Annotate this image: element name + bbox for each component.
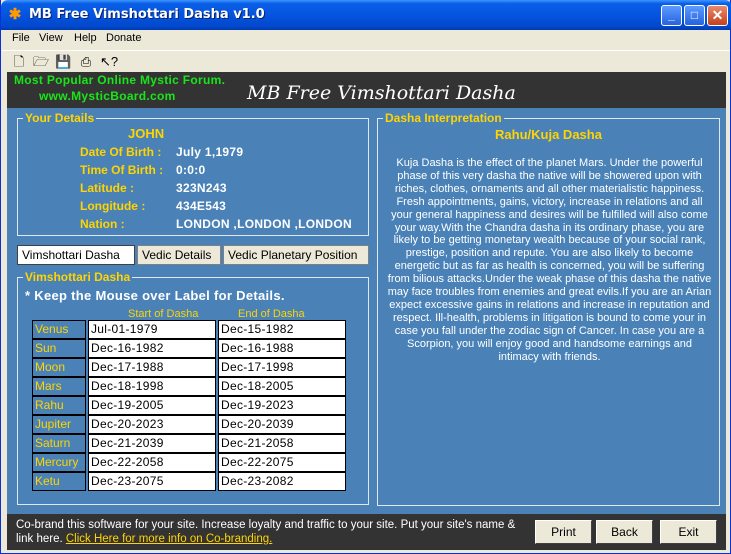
start-date-cell: Dec-23-2075 bbox=[88, 472, 216, 491]
end-date-cell: Dec-19-2023 bbox=[218, 396, 346, 415]
close-icon[interactable]: ✕ bbox=[707, 5, 728, 26]
planet-label-ketu[interactable]: Ketu bbox=[32, 472, 86, 491]
interpretation-title: Rahu/Kuja Dasha bbox=[495, 127, 602, 142]
cobrand-link[interactable]: Click Here for more info on Co-branding. bbox=[66, 533, 272, 545]
end-date-cell: Dec-23-2082 bbox=[218, 472, 346, 491]
end-date-cell: Dec-17-1998 bbox=[218, 358, 346, 377]
start-date-cell: Dec-18-1998 bbox=[88, 377, 216, 396]
back-button[interactable]: Back bbox=[596, 520, 653, 544]
planet-label-mercury[interactable]: Mercury bbox=[32, 453, 86, 472]
planet-label-sun[interactable]: Sun bbox=[32, 339, 86, 358]
planet-label-mars[interactable]: Mars bbox=[32, 377, 86, 396]
menu-view[interactable]: View bbox=[39, 32, 63, 44]
latitude-value: 323N243 bbox=[176, 181, 227, 195]
end-date-cell: Dec-22-2075 bbox=[218, 453, 346, 472]
end-date-cell: Dec-20-2039 bbox=[218, 415, 346, 434]
your-details-label: Your Details bbox=[23, 111, 97, 125]
start-date-cell: Dec-21-2039 bbox=[88, 434, 216, 453]
longitude-label: Longitude : bbox=[80, 199, 146, 213]
print-button[interactable]: Print bbox=[535, 520, 592, 544]
start-date-cell: Dec-17-1988 bbox=[88, 358, 216, 377]
end-date-cell: Dec-18-2005 bbox=[218, 377, 346, 396]
vimshottari-dasha-label: Vimshottari Dasha bbox=[23, 270, 133, 284]
longitude-value: 434E543 bbox=[176, 199, 227, 213]
start-column-header: Start of Dasha bbox=[128, 308, 199, 320]
cobrand-message: Co-brand this software for your site. In… bbox=[16, 518, 516, 546]
tab-vimshottari-dasha[interactable]: Vimshottari Dasha bbox=[17, 245, 135, 265]
forum-url[interactable]: www.MysticBoard.com bbox=[39, 89, 176, 103]
start-date-cell: Dec-19-2005 bbox=[88, 396, 216, 415]
window-title: MB Free Vimshottari Dasha v1.0 bbox=[29, 7, 265, 22]
your-details-group: Your Details JOHN Date Of Birth : July 1… bbox=[17, 111, 369, 236]
brand-header: Most Popular Online Mystic Forum. www.My… bbox=[7, 72, 726, 108]
toolbar: 🗋 🗁 💾 ⎙ ↖? bbox=[2, 50, 730, 72]
start-date-cell: Dec-16-1982 bbox=[88, 339, 216, 358]
print-icon[interactable]: ⎙ bbox=[78, 54, 94, 70]
start-date-cell: Dec-22-2058 bbox=[88, 453, 216, 472]
title-bar[interactable]: ✱ MB Free Vimshottari Dasha v1.0 _ □ ✕ bbox=[1, 0, 731, 30]
planet-label-jupiter[interactable]: Jupiter bbox=[32, 415, 86, 434]
end-date-cell: Dec-16-1988 bbox=[218, 339, 346, 358]
tab-vedic-details[interactable]: Vedic Details bbox=[137, 245, 221, 265]
menu-donate[interactable]: Donate bbox=[106, 32, 141, 44]
menu-help[interactable]: Help bbox=[74, 32, 97, 44]
end-date-cell: Dec-21-2058 bbox=[218, 434, 346, 453]
start-date-cell: Jul-01-1979 bbox=[88, 320, 216, 339]
nation-label: Nation : bbox=[80, 217, 125, 231]
end-column-header: End of Dasha bbox=[238, 308, 305, 320]
latitude-label: Latitude : bbox=[80, 181, 134, 195]
tob-value: 0:0:0 bbox=[176, 163, 206, 177]
menu-bar: File View Help Donate bbox=[2, 30, 730, 49]
nation-value: LONDON ,LONDON ,LONDON bbox=[176, 217, 352, 231]
help-pointer-icon[interactable]: ↖? bbox=[100, 54, 118, 70]
planet-label-rahu[interactable]: Rahu bbox=[32, 396, 86, 415]
dasha-interpretation-group: Dasha Interpretation Rahu/Kuja Dasha Kuj… bbox=[377, 111, 720, 506]
dob-value: July 1,1979 bbox=[176, 145, 244, 159]
app-banner-title: MB Free Vimshottari Dasha bbox=[247, 82, 516, 104]
tob-label: Time Of Birth : bbox=[80, 163, 164, 177]
vimshottari-dasha-group: Vimshottari Dasha * Keep the Mouse over … bbox=[17, 270, 369, 505]
exit-button[interactable]: Exit bbox=[660, 520, 717, 544]
menu-file[interactable]: File bbox=[12, 32, 30, 44]
forum-tagline: Most Popular Online Mystic Forum. bbox=[14, 73, 226, 87]
end-date-cell: Dec-15-1982 bbox=[218, 320, 346, 339]
tab-vedic-planetary-position[interactable]: Vedic Planetary Position bbox=[223, 245, 369, 265]
maximize-icon[interactable]: □ bbox=[684, 5, 705, 26]
open-icon[interactable]: 🗁 bbox=[33, 54, 49, 70]
start-date-cell: Dec-20-2023 bbox=[88, 415, 216, 434]
save-icon[interactable]: 💾 bbox=[55, 54, 71, 70]
interpretation-text: Kuja Dasha is the effect of the planet M… bbox=[387, 157, 712, 363]
minimize-icon[interactable]: _ bbox=[661, 5, 682, 26]
person-name: JOHN bbox=[128, 126, 165, 141]
planet-label-venus[interactable]: Venus bbox=[32, 320, 86, 339]
main-panel: Your Details JOHN Date Of Birth : July 1… bbox=[7, 108, 726, 514]
dob-label: Date Of Birth : bbox=[80, 145, 162, 159]
app-window: ✱ MB Free Vimshottari Dasha v1.0 _ □ ✕ F… bbox=[0, 0, 731, 554]
new-icon[interactable]: 🗋 bbox=[11, 54, 27, 70]
planet-label-saturn[interactable]: Saturn bbox=[32, 434, 86, 453]
footer-bar: Co-brand this software for your site. In… bbox=[7, 514, 726, 550]
planet-label-moon[interactable]: Moon bbox=[32, 358, 86, 377]
dasha-interpretation-label: Dasha Interpretation bbox=[383, 111, 504, 125]
asterisk-icon[interactable]: ✱ bbox=[7, 7, 23, 23]
mouse-hint: * Keep the Mouse over Label for Details. bbox=[25, 288, 285, 303]
